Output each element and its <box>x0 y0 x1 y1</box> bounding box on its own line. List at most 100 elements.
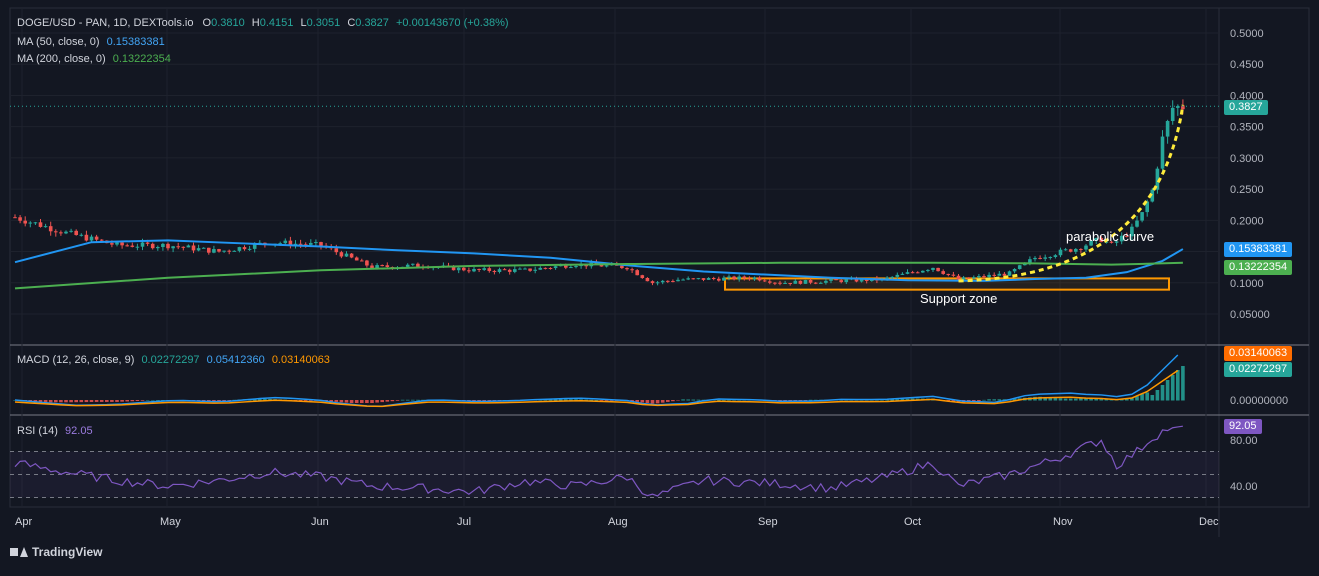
chart-frame <box>9 7 1310 508</box>
candle-body <box>972 277 976 279</box>
candle-body <box>696 278 701 280</box>
macd-histogram-bar <box>1074 398 1078 401</box>
candle-body <box>829 279 833 281</box>
candle-body <box>997 273 1002 276</box>
time-tick-label: Apr <box>15 516 32 528</box>
candle-body <box>548 267 553 269</box>
high-value: 0.4151 <box>259 17 294 29</box>
macd-hist-value: 0.02272297 <box>141 354 200 366</box>
candle-body <box>666 280 670 282</box>
price-tick-label: 0.1000 <box>1230 278 1264 290</box>
macd-tick-label: 0.00000000 <box>1230 395 1288 407</box>
candle-body <box>941 271 945 274</box>
candle-body <box>528 268 532 271</box>
candle-body <box>140 242 145 247</box>
price-tick-label: 0.05000 <box>1230 309 1270 321</box>
candle-body <box>844 279 849 283</box>
candle-body <box>543 267 548 269</box>
macd-histogram-bar <box>349 400 354 404</box>
ma50-badge: 0.15383381 <box>1224 242 1293 257</box>
candle-body <box>977 275 981 278</box>
macd-histogram-bar <box>370 400 374 404</box>
candle-body <box>237 247 242 251</box>
time-tick-label: Jul <box>457 516 471 528</box>
macd-histogram-bar <box>1058 398 1063 401</box>
candle-body <box>99 239 104 241</box>
candle-body <box>752 277 757 280</box>
macd-histogram-bar <box>411 399 415 401</box>
macd-legend[interactable]: MACD (12, 26, close, 9) 0.02272297 0.054… <box>17 354 330 366</box>
rsi-legend[interactable]: RSI (14) 92.05 <box>17 425 93 437</box>
candle-body <box>487 268 492 272</box>
candle-body <box>191 245 196 251</box>
macd-histogram-bar <box>390 400 395 402</box>
ma200-legend[interactable]: MA (200, close, 0) 0.13222354 <box>17 53 171 65</box>
macd-histogram-bar <box>59 400 63 403</box>
candle-body <box>1165 120 1170 137</box>
candle-body <box>385 265 390 267</box>
candle-body <box>747 278 752 280</box>
candle-body <box>319 242 323 246</box>
chart-svg[interactable]: 0.50000.45000.40000.35000.30000.25000.20… <box>0 0 1319 571</box>
high-label: H <box>251 17 260 29</box>
macd-histogram-bar <box>94 400 99 402</box>
candle-body <box>762 280 767 282</box>
candle-body <box>625 268 629 270</box>
candle-body <box>339 252 344 257</box>
macd-histogram-bar <box>79 400 84 403</box>
price-legend: DOGE/USD - PAN, 1D, DEXTools.io O0.3810 … <box>17 17 509 29</box>
candle-body <box>645 278 650 282</box>
candle-body <box>793 280 798 284</box>
candle-body <box>915 272 920 274</box>
rsi-badge: 92.05 <box>1224 419 1262 434</box>
candle-body <box>456 267 461 271</box>
macd-histogram-bar <box>120 400 124 402</box>
candle-body <box>43 226 48 228</box>
ma50-legend[interactable]: MA (50, close, 0) 0.15383381 <box>17 36 165 48</box>
candle-body <box>655 282 660 284</box>
candle-body <box>910 272 915 274</box>
price-tick-label: 0.2500 <box>1230 184 1264 196</box>
macd-histogram-bar <box>696 399 701 401</box>
candle-body <box>1038 257 1042 259</box>
ma50-value: 0.15383381 <box>106 36 165 48</box>
candle-body <box>1079 249 1083 251</box>
macd-histogram-bar <box>405 399 410 401</box>
macd-histogram-bar <box>1160 385 1165 401</box>
candle-body <box>181 246 186 248</box>
macd-histogram-bar <box>599 400 604 401</box>
candle-body <box>742 276 747 279</box>
macd-histogram-bar <box>977 400 981 401</box>
candle-body <box>59 232 63 234</box>
macd-signal-badge: 0.03140063 <box>1224 346 1293 361</box>
macd-histogram-bar <box>125 400 129 402</box>
support-zone-label: Support zone <box>920 291 998 306</box>
candle-body <box>349 253 354 258</box>
candle-body <box>946 273 951 275</box>
candle-body <box>334 248 339 253</box>
macd-histogram-bar <box>660 400 665 403</box>
macd-histogram-bar <box>150 400 155 401</box>
candle-body <box>701 278 706 280</box>
candle-body <box>314 242 318 244</box>
macd-histogram-bar <box>380 400 384 403</box>
macd-histogram-bar <box>365 400 369 404</box>
candle-body <box>1176 106 1180 108</box>
chart-area[interactable]: 0.5000 0.4500 0.4000 0.3500 0.3000 0.2500 0.20… <box>0 0 1319 571</box>
macd-label: MACD (12, 26, close, 9) <box>17 354 135 366</box>
macd-histogram-bar <box>722 399 726 401</box>
macd-histogram-bar <box>140 400 145 401</box>
candle-body <box>1140 212 1144 221</box>
parabolic-curve-label: parabolic curve <box>1066 229 1155 244</box>
rsi-value: 92.05 <box>65 425 93 437</box>
candle-body <box>803 279 808 284</box>
candle-body <box>992 274 996 276</box>
candle-body <box>982 275 986 278</box>
tradingview-branding[interactable]: TradingView <box>10 545 102 559</box>
rsi-tick-label: 40.00 <box>1230 481 1258 493</box>
candle-body <box>1033 257 1037 260</box>
macd-histogram-bar <box>686 399 690 401</box>
macd-histogram-bar <box>1079 398 1083 401</box>
candle-body <box>926 269 930 271</box>
macd-histogram-bar <box>416 399 420 401</box>
